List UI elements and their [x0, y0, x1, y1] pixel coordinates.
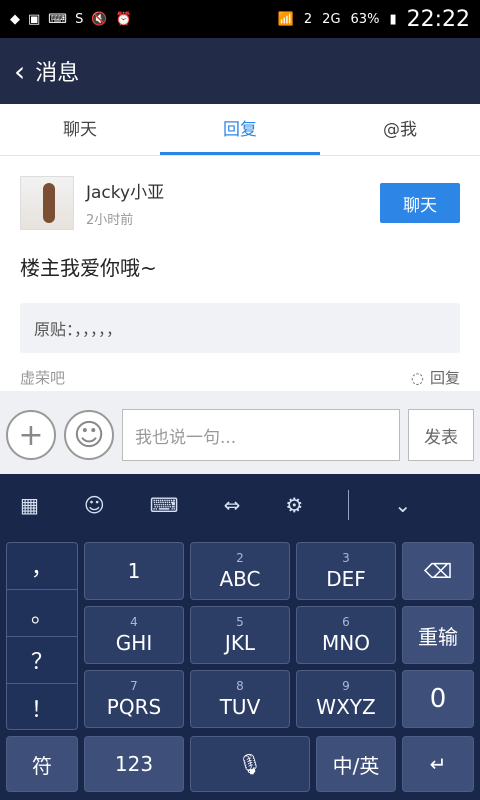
chevron-down-icon[interactable]: ⌄ — [394, 493, 411, 517]
tab-chat[interactable]: 聊天 — [0, 104, 160, 155]
avatar[interactable] — [20, 176, 74, 230]
tab-bar: 聊天 回复 @我 — [0, 104, 480, 156]
key-abc-digit: 2 — [236, 551, 244, 565]
key-def-label: DEF — [326, 567, 366, 591]
key-jkl-digit: 5 — [236, 615, 244, 629]
clock: 22:22 — [406, 6, 470, 32]
key-pqrs-label: PQRS — [106, 695, 162, 719]
gear-icon[interactable]: ⚙ — [285, 493, 303, 517]
status-bar: ◆ ▣ ⌨ S 🔇 ⏰ 📶 2 2G 63% ▮ 22:22 — [0, 0, 480, 38]
send-button[interactable]: 发表 — [408, 409, 474, 461]
alarm-icon: ⏰ — [115, 11, 132, 27]
key-1-label: 1 — [127, 559, 141, 583]
battery-icon: ▮ — [389, 11, 397, 27]
key-wxyz-digit: 9 — [342, 679, 350, 693]
image-icon: ▣ — [28, 11, 41, 27]
wifi-icon: 📶 — [277, 11, 294, 27]
tab-reply[interactable]: 回复 — [160, 104, 320, 155]
punct-exclaim[interactable]: ！ — [7, 684, 77, 731]
key-tuv-digit: 8 — [236, 679, 244, 693]
shield-icon: ◆ — [10, 11, 20, 27]
key-mno-digit: 6 — [342, 615, 350, 629]
space-key[interactable]: 🎙 — [190, 736, 310, 792]
key-0[interactable]: 0 — [402, 670, 474, 728]
battery-percent: 63% — [350, 11, 380, 27]
key-tuv-label: TUV — [219, 695, 261, 719]
key-wxyz[interactable]: 9 WXYZ — [296, 670, 396, 728]
emoji-key-icon[interactable]: ☺ — [84, 493, 105, 517]
backspace-icon: ⌫ — [423, 559, 453, 583]
page-title: 消息 — [35, 61, 80, 86]
keyboard-status-icon: ⌨ — [48, 11, 68, 27]
key-jkl[interactable]: 5 JKL — [190, 606, 290, 664]
key-1[interactable]: 1 — [84, 542, 184, 600]
reply-message: 楼主我爱你哦~ — [20, 256, 157, 280]
key-jkl-label: JKL — [224, 631, 256, 655]
keyboard: ▦ ☺ ⌨ ⇔ ⚙ ⌄ ， 。 ？ ！ 1 2 ABC 3 DEF ⌫ 4 GHI 5… — [0, 474, 480, 800]
key-abc[interactable]: 2 ABC — [190, 542, 290, 600]
punct-period[interactable]: 。 — [7, 590, 77, 637]
key-wxyz-label: WXYZ — [316, 695, 376, 719]
number-key[interactable]: 123 — [84, 736, 184, 792]
mute-icon: 🔇 — [91, 11, 108, 27]
reinput-key[interactable]: 重输 — [402, 606, 474, 664]
punct-question[interactable]: ？ — [7, 637, 77, 684]
user-name[interactable]: Jacky小亚 — [86, 178, 164, 203]
post-time: 2小时前 — [86, 213, 134, 228]
page-header: ‹ 消息 — [0, 38, 480, 104]
cursor-icon[interactable]: ⇔ — [224, 493, 241, 517]
key-def-digit: 3 — [342, 551, 350, 565]
key-mno-label: MNO — [322, 631, 370, 655]
key-ghi-digit: 4 — [130, 615, 138, 629]
key-ghi-label: GHI — [115, 631, 153, 655]
reply-action[interactable]: ◌ 回复 — [411, 367, 460, 388]
key-pqrs[interactable]: 7 PQRS — [84, 670, 184, 728]
comment-icon: ◌ — [410, 368, 424, 387]
back-icon[interactable]: ‹ — [14, 55, 25, 88]
key-ghi[interactable]: 4 GHI — [84, 606, 184, 664]
punctuation-column[interactable]: ， 。 ？ ！ — [6, 542, 78, 730]
chat-button[interactable]: 聊天 — [380, 183, 460, 223]
app-icon: S — [75, 11, 84, 27]
key-def[interactable]: 3 DEF — [296, 542, 396, 600]
delete-key[interactable]: ⌫ — [402, 542, 474, 600]
toolbar-divider — [348, 490, 350, 520]
reply-label: 回复 — [429, 369, 460, 387]
key-pqrs-digit: 7 — [130, 679, 138, 693]
comment-input-bar: + ☺ 我也说一句... 发表 — [0, 400, 480, 470]
sim-badge: 2 — [303, 11, 313, 27]
comment-input[interactable]: 我也说一句... — [122, 409, 400, 461]
keyboard-icon[interactable]: ⌨ — [150, 493, 179, 517]
forum-name[interactable]: 虚荣吧 — [20, 367, 65, 388]
lang-switch-key[interactable]: 中/英 — [316, 736, 396, 792]
key-tuv[interactable]: 8 TUV — [190, 670, 290, 728]
enter-key[interactable]: ↵ — [402, 736, 474, 792]
punct-comma[interactable]: ， — [7, 543, 77, 590]
reply-card: Jacky小亚 2小时前 聊天 楼主我爱你哦~ 原贴：，，，，， 虚荣吧 ◌ 回复 — [0, 156, 480, 391]
network-label: 2G — [322, 11, 341, 27]
key-abc-label: ABC — [219, 567, 261, 591]
tab-mention[interactable]: @我 — [320, 104, 480, 155]
original-post-quote[interactable]: 原贴：，，，，， — [20, 303, 460, 353]
enter-icon: ↵ — [429, 752, 447, 776]
microphone-icon: 🎙 — [237, 752, 263, 776]
symbol-key[interactable]: 符 — [6, 736, 78, 792]
key-mno[interactable]: 6 MNO — [296, 606, 396, 664]
plus-icon[interactable]: + — [6, 410, 56, 460]
apps-icon[interactable]: ▦ — [20, 493, 39, 517]
emoji-icon[interactable]: ☺ — [64, 410, 114, 460]
